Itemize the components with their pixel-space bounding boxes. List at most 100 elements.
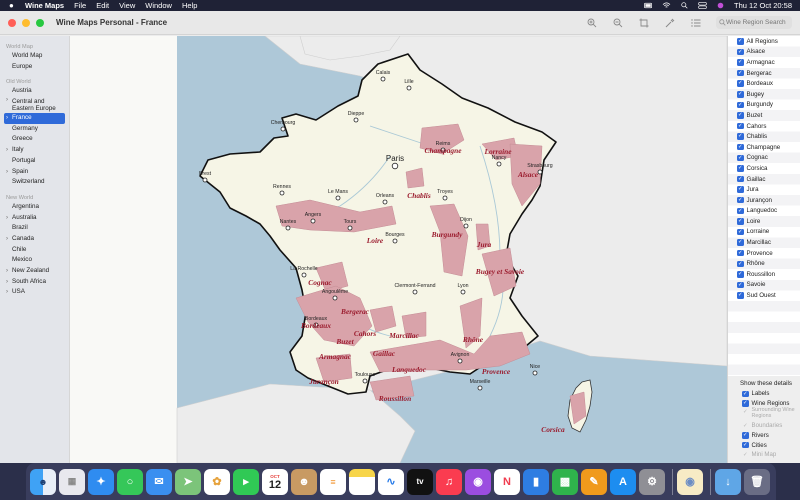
region-item-all-regions[interactable]: ✓ All Regions	[728, 36, 800, 47]
crop-icon[interactable]	[638, 17, 650, 29]
region-item-provence[interactable]: ✓ Provence	[728, 248, 800, 259]
details-cities-checkbox[interactable]: ✓ Cities	[728, 440, 800, 450]
facetime-icon[interactable]: ▸	[233, 468, 259, 495]
chevron-right-icon[interactable]: ›	[6, 97, 8, 105]
region-item-chablis[interactable]: ✓ Chablis	[728, 131, 800, 142]
wine-region-label[interactable]: Alsace	[517, 170, 539, 179]
eyedropper-icon[interactable]	[664, 17, 676, 29]
close-window-button[interactable]	[8, 18, 16, 27]
podcasts-icon[interactable]: ◉	[465, 468, 491, 495]
wine-region-label[interactable]: Armagnac	[318, 352, 352, 361]
sidebar-item-south-africa[interactable]: › South Africa	[0, 277, 69, 288]
sidebar-item-brazil[interactable]: Brazil	[0, 223, 69, 234]
sidebar-item-central-eastern-europe[interactable]: › Central and Eastern Europe	[0, 97, 69, 113]
wine-region-label[interactable]: Jurançon	[308, 377, 339, 386]
battery-icon[interactable]	[644, 2, 653, 9]
pages-icon[interactable]: ✎	[581, 468, 607, 495]
region-item-alsace[interactable]: ✓ Alsace	[728, 47, 800, 58]
region-item-lorraine[interactable]: ✓ Lorraine	[728, 227, 800, 238]
wifi-icon[interactable]	[662, 2, 671, 9]
trash-icon[interactable]: 🗑	[744, 468, 770, 495]
apple-menu-icon[interactable]: ●	[9, 1, 19, 10]
region-item-buzet[interactable]: ✓ Buzet	[728, 110, 800, 121]
menu-help[interactable]: Help	[182, 1, 197, 10]
region-item-corsica[interactable]: ✓ Corsica	[728, 163, 800, 174]
finder-icon[interactable]: ☻	[30, 468, 56, 495]
region-item-languedoc[interactable]: ✓ Languedoc	[728, 206, 800, 217]
system-settings-icon[interactable]: ⚙	[639, 468, 665, 495]
wine-region-label[interactable]: Loire	[366, 236, 384, 245]
sidebar-item-australia[interactable]: › Australia	[0, 213, 69, 224]
region-item-cahors[interactable]: ✓ Cahors	[728, 121, 800, 132]
region-item-bergerac[interactable]: ✓ Bergerac	[728, 68, 800, 79]
sidebar-item-mexico[interactable]: Mexico	[0, 255, 69, 266]
sidebar-item-austria[interactable]: Austria	[0, 86, 69, 97]
zoom-window-button[interactable]	[36, 18, 44, 27]
sidebar-item-argentina[interactable]: Argentina	[0, 202, 69, 213]
app-store-icon[interactable]: A	[610, 468, 636, 495]
region-item-bordeaux[interactable]: ✓ Bordeaux	[728, 78, 800, 89]
details-labels-checkbox[interactable]: ✓ Labels	[728, 389, 800, 399]
region-item-loire[interactable]: ✓ Loire	[728, 216, 800, 227]
sidebar-item-europe[interactable]: Europe	[0, 62, 69, 73]
region-item-cognac[interactable]: ✓ Cognac	[728, 153, 800, 164]
sidebar-item-italy[interactable]: › Italy	[0, 145, 69, 156]
menu-file[interactable]: File	[74, 1, 86, 10]
numbers-icon[interactable]: ▩	[552, 468, 578, 495]
chevron-down-icon[interactable]: ›	[6, 113, 8, 124]
region-item-gaillac[interactable]: ✓ Gaillac	[728, 174, 800, 185]
sidebar-item-world-map[interactable]: World Map	[0, 51, 69, 62]
minimize-window-button[interactable]	[22, 18, 30, 27]
calendar-icon[interactable]: OCT 12	[262, 468, 288, 495]
chevron-right-icon[interactable]: ›	[6, 277, 8, 288]
notes-icon[interactable]	[349, 468, 375, 495]
wine-region-label[interactable]: Bergerac	[340, 307, 370, 316]
region-search-field[interactable]	[716, 16, 792, 29]
sidebar-item-canada[interactable]: › Canada	[0, 234, 69, 245]
wine-maps-icon[interactable]: ◉	[677, 468, 703, 495]
sidebar-item-switzerland[interactable]: Switzerland	[0, 177, 69, 188]
sidebar-item-new-zealand[interactable]: › New Zealand	[0, 266, 69, 277]
launchpad-icon[interactable]: ▦	[59, 468, 85, 495]
region-item-armagnac[interactable]: ✓ Armagnac	[728, 57, 800, 68]
photos-icon[interactable]: ✿	[204, 468, 230, 495]
sidebar-item-usa[interactable]: › USA	[0, 287, 69, 298]
wine-region-label[interactable]: Chablis	[407, 191, 431, 200]
sidebar-item-portugal[interactable]: Portugal	[0, 156, 69, 167]
wine-region-label[interactable]: Rhône	[462, 335, 484, 344]
wine-region-label[interactable]: Bordeaux	[300, 321, 331, 330]
contacts-icon[interactable]: ☻	[291, 468, 317, 495]
freeform-icon[interactable]: ∿	[378, 468, 404, 495]
chevron-right-icon[interactable]: ›	[6, 287, 8, 298]
chevron-right-icon[interactable]: ›	[6, 213, 8, 224]
chevron-right-icon[interactable]: ›	[6, 145, 8, 156]
keynote-icon[interactable]: ▮	[523, 468, 549, 495]
wine-map[interactable]: Calais Lille Dieppe Cherbourg Reims Paris Nanc…	[70, 36, 727, 463]
region-item-burgundy[interactable]: ✓ Burgundy	[728, 100, 800, 111]
wine-region-label[interactable]: Bugey et Savoie	[475, 267, 525, 276]
wine-region-label[interactable]: Champagne	[425, 146, 463, 155]
mail-icon[interactable]: ✉	[146, 468, 172, 495]
region-item-roussillon[interactable]: ✓ Roussillon	[728, 269, 800, 280]
menu-app-name[interactable]: Wine Maps	[25, 1, 64, 10]
sidebar-item-germany[interactable]: Germany	[0, 124, 69, 135]
region-item-rh-ne[interactable]: ✓ Rhône	[728, 258, 800, 269]
region-item-marcillac[interactable]: ✓ Marcillac	[728, 237, 800, 248]
menu-datetime[interactable]: Thu 12 Oct 20:58	[734, 1, 792, 10]
menu-view[interactable]: View	[119, 1, 135, 10]
region-item-sud-ouest[interactable]: ✓ Sud Ouest	[728, 290, 800, 301]
wine-region-label[interactable]: Languedoc	[391, 365, 427, 374]
messages-icon[interactable]: ○	[117, 468, 143, 495]
wine-region-label[interactable]: Lorraine	[483, 147, 512, 156]
wine-region-label[interactable]: Burgundy	[431, 230, 464, 239]
region-search-input[interactable]	[726, 19, 792, 26]
siri-icon[interactable]	[716, 2, 725, 9]
music-icon[interactable]: ♫	[436, 468, 462, 495]
wine-region-label[interactable]: Buzet	[335, 337, 354, 346]
region-item-champagne[interactable]: ✓ Champagne	[728, 142, 800, 153]
safari-icon[interactable]: ✦	[88, 468, 114, 495]
reminders-icon[interactable]: ≡	[320, 468, 346, 495]
wine-region-label[interactable]: Marcillac	[388, 331, 419, 340]
menu-edit[interactable]: Edit	[96, 1, 109, 10]
region-item-juran-on[interactable]: ✓ Jurançon	[728, 195, 800, 206]
